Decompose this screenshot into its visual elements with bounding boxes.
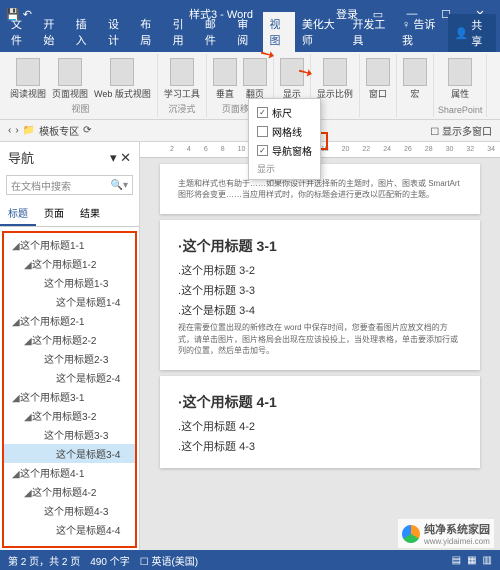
ribbon-button[interactable]: 显示 (278, 56, 306, 102)
watermark-logo-icon (402, 525, 420, 543)
ribbon-button[interactable]: 显示比例 (315, 56, 355, 102)
outline-item[interactable]: ◢这个用标题4-2 (4, 482, 135, 501)
nav-dropdown-icon[interactable]: ▾ ✕ (110, 150, 131, 166)
outline-item[interactable]: ◢这个用标题1-1 (4, 235, 135, 254)
share-icon: 👤 (455, 27, 469, 40)
nav-tab[interactable]: 页面 (36, 201, 72, 226)
ribbon-button[interactable]: 宏 (401, 56, 429, 102)
outline-item[interactable]: 这个是标题2-4 (4, 368, 135, 387)
popup-group-label: 显示 (257, 162, 312, 175)
status-page[interactable]: 第 2 页，共 2 页 (8, 553, 80, 568)
heading-1[interactable]: ·这个用标题 3-1 (178, 236, 462, 256)
ribbon-button[interactable]: 窗口 (364, 56, 392, 102)
page-2-top: ·这个用标题 3-1 .这个用标题 3-2 .这个用标题 3-3 .这个是标题 … (160, 220, 480, 370)
outline-item[interactable]: ◢这个用标题4-1 (4, 463, 135, 482)
navigation-pane: 导航 ▾ ✕ 在文档中搜索 🔍▾ 标题页面结果 ◢这个用标题1-1◢这个用标题1… (0, 142, 140, 550)
watermark-text: 纯净系统家园 (424, 521, 490, 537)
view-web-icon[interactable]: ▥ (483, 555, 492, 566)
body-text[interactable]: 主题和样式也有助于……如果你设计并选择新的主题时，图片、图表或 SmartArt… (178, 178, 462, 200)
body-text[interactable]: 视在需要位置出现的新修改在 word 中保存时间，您要查看图片应放文档的方式，请… (178, 322, 462, 356)
nav-tabs: 标题页面结果 (0, 201, 139, 227)
status-bar: 第 2 页，共 2 页 490 个字 ☐ 英语(美国) ▤ ▦ ▥ (0, 550, 500, 570)
ribbon-group: 阅读视图页面视图Web 版式视图视图 (4, 54, 158, 117)
view-print-icon[interactable]: ▦ (467, 555, 476, 566)
document-area[interactable]: 2468101214161820222426283032343638404244… (140, 142, 500, 550)
view-read-icon[interactable]: ▤ (452, 555, 461, 566)
forward-icon[interactable]: › (15, 125, 18, 136)
outline-item[interactable]: ◢这个用标题3-2 (4, 406, 135, 425)
outline-item[interactable]: 这个用标题4-3 (4, 501, 135, 520)
menu-bar: 文件开始插入设计布局引用邮件审阅视图美化大师开发工具 ♀ 告诉我 👤 共享 (0, 28, 500, 52)
menu-tab-1[interactable]: 开始 (36, 12, 68, 52)
share-button[interactable]: 👤 共享 (448, 14, 496, 52)
ribbon-group-label: SharePoint (438, 105, 483, 115)
outline-item[interactable]: ◢这个用标题3-1 (4, 387, 135, 406)
show-option-导航窗格[interactable]: ✓导航窗格 (257, 141, 312, 160)
ribbon-button[interactable]: 学习工具 (162, 56, 202, 102)
menu-tab-4[interactable]: 布局 (133, 12, 165, 52)
ribbon-group: 窗口 (360, 54, 397, 117)
folder-icon[interactable]: 📁 (23, 125, 35, 136)
status-words[interactable]: 490 个字 (90, 553, 129, 568)
heading-2[interactable]: .这个用标题 3-2 (178, 262, 462, 278)
outline-item[interactable]: 这个是标题4-4 (4, 520, 135, 539)
menu-tab-7[interactable]: 审阅 (230, 12, 262, 52)
outline-item[interactable]: ◢这个用标题2-2 (4, 330, 135, 349)
ribbon-button[interactable]: 垂直 (211, 56, 239, 102)
menu-tab-9[interactable]: 美化大师 (295, 12, 346, 52)
menu-tab-10[interactable]: 开发工具 (345, 12, 396, 52)
status-lang[interactable]: ☐ 英语(美国) (140, 553, 198, 568)
back-icon[interactable]: ‹ (8, 125, 11, 136)
nav-search-input[interactable]: 在文档中搜索 🔍▾ (6, 175, 133, 195)
heading-1[interactable]: ·这个用标题 4-1 (178, 392, 462, 412)
outline-item[interactable]: 这个用标题2-3 (4, 349, 135, 368)
heading-2[interactable]: .这个用标题 3-3 (178, 282, 462, 298)
ribbon-button[interactable]: 属性 (446, 56, 474, 102)
outline-item[interactable]: 这个用标题1-3 (4, 273, 135, 292)
show-multi-window[interactable]: ☐ 显示多窗口 (430, 123, 492, 138)
heading-2[interactable]: .这个用标题 4-3 (178, 438, 462, 454)
outline-item[interactable]: 这个用标题3-3 (4, 425, 135, 444)
outline-list: ◢这个用标题1-1◢这个用标题1-2这个用标题1-3这个是标题1-4◢这个用标题… (2, 231, 137, 548)
heading-2[interactable]: .这个是标题 3-4 (178, 302, 462, 318)
outline-item[interactable]: 这个是标题3-4 (4, 444, 135, 463)
heading-2[interactable]: .这个用标题 4-2 (178, 418, 462, 434)
ribbon-group: 宏 (397, 54, 434, 117)
menu-tab-0[interactable]: 文件 (4, 12, 36, 52)
menu-tab-5[interactable]: 引用 (166, 12, 198, 52)
menu-tab-8[interactable]: 视图 (263, 12, 295, 52)
watermark-url: www.yidaimei.com (424, 537, 490, 546)
ribbon-group: 学习工具沉浸式 (158, 54, 207, 117)
ribbon-group-label: 视图 (71, 102, 89, 115)
show-options-popup: ✓标尺网格线✓导航窗格 显示 (248, 98, 321, 180)
outline-item[interactable]: ◢这个用标题1-2 (4, 254, 135, 273)
ribbon-group: 属性 SharePoint (434, 54, 488, 117)
menu-tab-2[interactable]: 插入 (69, 12, 101, 52)
show-option-网格线[interactable]: 网格线 (257, 122, 312, 141)
ribbon-button[interactable]: 阅读视图 (8, 56, 48, 102)
ribbon-button[interactable]: Web 版式视图 (92, 56, 153, 102)
menu-tab-6[interactable]: 邮件 (198, 12, 230, 52)
search-icon: 🔍▾ (111, 180, 128, 191)
outline-item[interactable]: ◢这个用标题2-1 (4, 311, 135, 330)
ribbon-button[interactable]: 翻页 (241, 56, 269, 102)
nav-title: 导航 (8, 148, 34, 167)
menu-tab-3[interactable]: 设计 (101, 12, 133, 52)
template-area[interactable]: 模板专区 (39, 123, 79, 138)
nav-tab[interactable]: 结果 (72, 201, 108, 226)
nav-tab[interactable]: 标题 (0, 201, 36, 226)
ribbon-button[interactable]: 页面视图 (50, 56, 90, 102)
tell-me[interactable]: ♀ 告诉我 (396, 12, 447, 52)
page-2-bottom: ·这个用标题 4-1 .这个用标题 4-2 .这个用标题 4-3 (160, 376, 480, 468)
refresh-icon[interactable]: ⟳ (83, 125, 91, 136)
show-option-标尺[interactable]: ✓标尺 (257, 103, 312, 122)
ribbon-group-label: 沉浸式 (168, 102, 195, 115)
outline-item[interactable]: 这个是标题1-4 (4, 292, 135, 311)
watermark: 纯净系统家园 www.yidaimei.com (398, 519, 494, 548)
content-area: 导航 ▾ ✕ 在文档中搜索 🔍▾ 标题页面结果 ◢这个用标题1-1◢这个用标题1… (0, 142, 500, 550)
